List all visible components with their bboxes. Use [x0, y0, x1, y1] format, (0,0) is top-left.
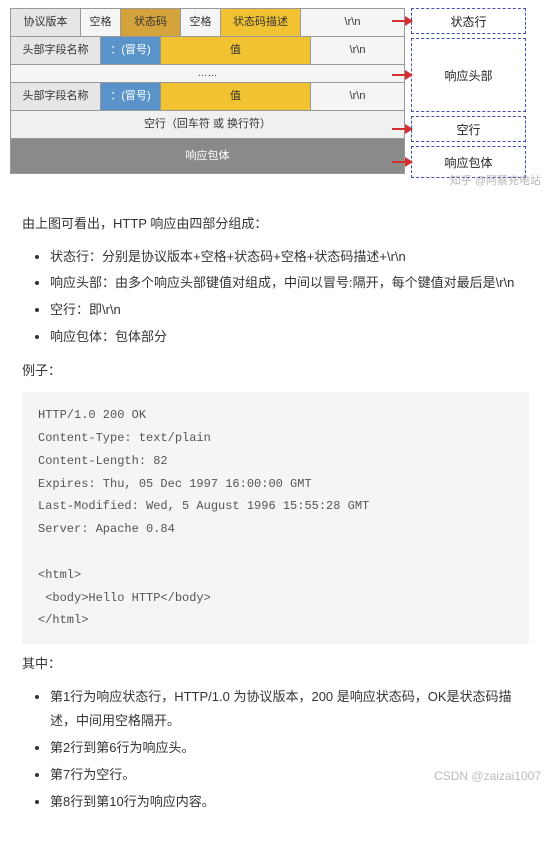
label-text: 响应头部 [444, 67, 492, 84]
diagram-grid: 协议版本 空格 状态码 空格 状态码描述 \r\n 头部字段名称 ：(冒号) 值… [10, 8, 405, 174]
wherein-label: 其中： [22, 652, 529, 677]
parts-list: 状态行：分别是协议版本+空格+状态码+空格+状态码描述+\r\n 响应头部：由多… [22, 245, 529, 350]
code-block: HTTP/1.0 200 OK Content-Type: text/plain… [22, 392, 529, 644]
list-item: 第8行到第10行为响应内容。 [50, 790, 529, 815]
cell-crlf-n: \r\n [311, 83, 404, 110]
label-text: 空行 [456, 123, 480, 137]
zhihu-watermark: 知乎 @阿蔡充电站 [450, 172, 541, 188]
cell-colon: ：(冒号) [101, 37, 161, 64]
cell-empty-line: 空行（回车符 或 换行符） [11, 111, 404, 138]
arrow-icon [392, 161, 412, 163]
example-label: 例子： [22, 359, 529, 384]
csdn-watermark: CSDN @zaizai1007 [434, 769, 541, 783]
list-item: 响应头部：由多个响应头部键值对组成，中间以冒号:隔开，每个键值对最后是\r\n [50, 271, 529, 296]
cell-space1: 空格 [81, 9, 121, 36]
cell-header-value-n: 值 [161, 83, 311, 110]
header-row-n: 头部字段名称 ：(冒号) 值 \r\n [11, 83, 404, 111]
empty-line-row: 空行（回车符 或 换行符） [11, 111, 404, 139]
arrow-icon [392, 74, 412, 76]
cell-colon-n: ：(冒号) [101, 83, 161, 110]
list-item: 响应包体：包体部分 [50, 325, 529, 350]
intro-text: 由上图可看出，HTTP 响应由四部分组成： [22, 212, 529, 237]
http-response-diagram: 协议版本 空格 状态码 空格 状态码描述 \r\n 头部字段名称 ：(冒号) 值… [0, 0, 551, 192]
list-item: 第2行到第6行为响应头。 [50, 736, 529, 761]
cell-protocol: 协议版本 [11, 9, 81, 36]
cell-crlf1: \r\n [301, 9, 404, 36]
cell-header-name: 头部字段名称 [11, 37, 101, 64]
cell-status-code: 状态码 [121, 9, 181, 36]
arrow-icon [392, 20, 412, 22]
cell-header-name-n: 头部字段名称 [11, 83, 101, 110]
cell-header-value: 值 [161, 37, 311, 64]
response-body-row: 响应包体 [11, 139, 404, 173]
cell-status-desc: 状态码描述 [221, 9, 301, 36]
cell-crlf2: \r\n [311, 37, 404, 64]
article-body: 由上图可看出，HTTP 响应由四部分组成： 状态行：分别是协议版本+空格+状态码… [0, 192, 551, 842]
cell-body: 响应包体 [11, 139, 404, 173]
cell-dots: …… [11, 65, 404, 82]
status-line-row: 协议版本 空格 状态码 空格 状态码描述 \r\n [11, 9, 404, 37]
cell-space2: 空格 [181, 9, 221, 36]
explain-list: 第1行为响应状态行，HTTP/1.0 为协议版本，200 是响应状态码，OK是状… [22, 685, 529, 814]
arrow-icon [392, 128, 412, 130]
header-row-1: 头部字段名称 ：(冒号) 值 \r\n [11, 37, 404, 65]
list-item: 空行：即\r\n [50, 298, 529, 323]
label-response-headers: 响应头部 [411, 38, 526, 112]
header-ellipsis: …… [11, 65, 404, 83]
label-text: 响应包体 [444, 154, 492, 171]
label-text: 状态行 [450, 15, 486, 29]
list-item: 状态行：分别是协议版本+空格+状态码+空格+状态码描述+\r\n [50, 245, 529, 270]
diagram-labels: 状态行 响应头部 空行 响应包体 [411, 8, 526, 182]
list-item: 第1行为响应状态行，HTTP/1.0 为协议版本，200 是响应状态码，OK是状… [50, 685, 529, 734]
label-empty-line: 空行 [411, 116, 526, 142]
label-status-line: 状态行 [411, 8, 526, 34]
